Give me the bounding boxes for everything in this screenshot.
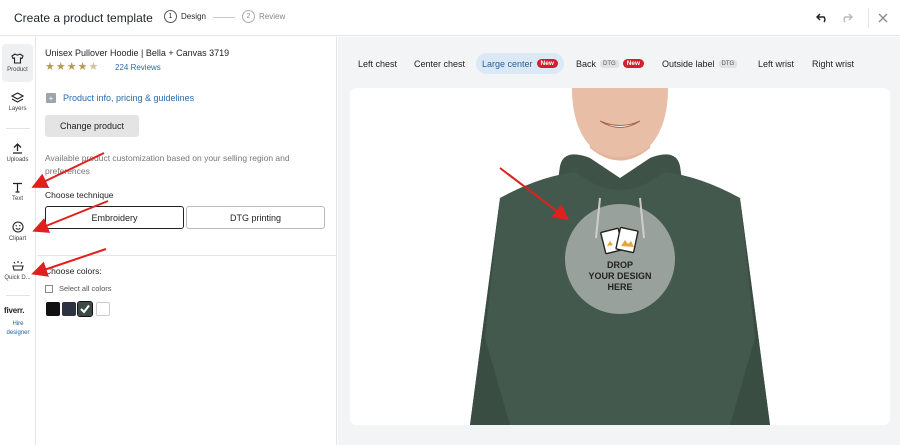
tab-large-center[interactable]: Large center New <box>476 53 564 74</box>
tab-label: Right wrist <box>812 58 855 69</box>
page-title: Create a product template <box>14 11 153 25</box>
design-canvas-area: Left chest Center chest Large center New… <box>338 37 900 445</box>
sidebar-divider <box>6 128 30 129</box>
tab-outside-label[interactable]: Outside label DTG <box>656 53 743 74</box>
dtg-printing-button[interactable]: DTG printing <box>186 206 325 229</box>
sidebar-item-clipart[interactable]: Clipart <box>2 212 33 250</box>
tab-right-wrist[interactable]: Right wrist <box>806 53 860 74</box>
quick-design-icon <box>11 260 24 271</box>
step-review[interactable]: 2 Review <box>242 10 285 23</box>
color-swatch-black[interactable] <box>46 302 60 316</box>
step-label: Review <box>259 12 286 21</box>
tab-label: Back <box>576 58 597 69</box>
step-label: Design <box>181 12 206 21</box>
toolbar-divider <box>868 8 869 28</box>
tab-left-chest[interactable]: Left chest <box>352 53 403 74</box>
step-design[interactable]: 1 Design <box>164 10 206 23</box>
smiley-icon <box>11 220 24 233</box>
undo-icon[interactable] <box>814 10 830 26</box>
hire-designer-link[interactable]: Hire designer <box>3 320 33 338</box>
tab-label: Left wrist <box>758 58 795 69</box>
tab-label: Large center <box>482 58 533 69</box>
sidebar-item-label: Text <box>11 196 23 202</box>
sidebar-item-label: Clipart <box>8 235 27 242</box>
panel-divider <box>37 255 336 256</box>
color-swatch-heather-forest[interactable] <box>77 301 93 317</box>
technique-heading: Choose technique <box>45 190 114 200</box>
drop-line: HERE <box>607 281 633 292</box>
tab-center-chest[interactable]: Center chest <box>408 53 471 74</box>
sidebar-item-label: Product <box>7 67 28 73</box>
star-icon: ★ <box>77 61 88 73</box>
drop-zone-text: DROP YOUR DESIGN HERE <box>588 260 651 293</box>
drop-line: YOUR DESIGN <box>588 270 652 281</box>
change-product-button[interactable]: Change product <box>45 115 139 137</box>
info-icon: + <box>46 93 56 103</box>
product-info-label: Product info, pricing & guidelines <box>63 93 195 103</box>
new-badge: New <box>622 59 645 68</box>
drop-design-zone[interactable]: DROP YOUR DESIGN HERE <box>565 204 675 314</box>
sidebar-divider <box>6 295 30 296</box>
sidebar-item-label: Layers <box>8 106 27 112</box>
upload-icon <box>13 143 22 154</box>
sidebar-item-label: Uploads <box>6 157 29 163</box>
top-bar: Create a product template 1 Design 2 Rev… <box>0 0 900 36</box>
embroidery-button[interactable]: Embroidery <box>45 206 184 229</box>
rating-stars: ★ ★ ★ ★ ★ <box>45 62 99 73</box>
shirt-icon <box>11 53 24 64</box>
product-title: Unisex Pullover Hoodie | Bella + Canvas … <box>45 48 230 58</box>
tab-back[interactable]: Back DTG New <box>570 53 650 74</box>
reviews-link[interactable]: 224 Reviews <box>115 63 161 72</box>
step-connector <box>213 17 235 18</box>
tab-left-wrist[interactable]: Left wrist <box>752 53 800 74</box>
fiverr-logo: fiverr. <box>4 306 25 315</box>
sidebar-item-label: Quick D... <box>4 274 31 281</box>
dtg-tag: DTG <box>718 59 738 68</box>
step-number: 1 <box>164 10 177 23</box>
select-all-checkbox[interactable] <box>45 284 53 293</box>
product-preview: DROP YOUR DESIGN HERE <box>350 88 890 425</box>
dtg-tag: DTG <box>600 59 619 68</box>
sidebar-item-text[interactable]: Text <box>2 173 33 211</box>
layers-icon <box>11 92 24 103</box>
color-swatch-white[interactable] <box>96 302 110 316</box>
sidebar-item-product[interactable]: Product <box>2 44 33 82</box>
tab-label: Outside label <box>662 58 715 69</box>
availability-note: Available product customization based on… <box>45 153 290 176</box>
colors-heading: Choose colors: <box>45 266 102 276</box>
sidebar-item-uploads[interactable]: Uploads <box>2 134 33 172</box>
select-all-label: Select all colors <box>59 284 112 293</box>
star-icon: ★ <box>45 61 55 73</box>
tool-sidebar: Product Layers Uploads Text Clipart Quic… <box>0 37 36 445</box>
tab-label: Center chest <box>414 58 466 69</box>
placement-tabs: Left chest Center chest Large center New… <box>338 53 900 75</box>
drop-line: DROP <box>606 259 633 270</box>
redo-icon[interactable] <box>838 10 854 26</box>
step-number: 2 <box>242 10 255 23</box>
image-upload-icon <box>600 226 639 254</box>
color-swatch-navy[interactable] <box>62 302 76 316</box>
text-icon <box>13 182 22 193</box>
check-icon <box>80 304 90 314</box>
sidebar-item-layers[interactable]: Layers <box>2 83 33 121</box>
product-info-link[interactable]: + Product info, pricing & guidelines <box>46 93 194 103</box>
star-icon: ★ <box>66 61 77 73</box>
product-panel: Unisex Pullover Hoodie | Bella + Canvas … <box>37 37 337 445</box>
half-star-icon: ★ <box>88 61 99 73</box>
select-all-colors[interactable]: Select all colors <box>45 284 112 293</box>
close-icon[interactable] <box>875 10 891 26</box>
new-badge: New <box>536 59 558 68</box>
tab-label: Left chest <box>358 58 398 69</box>
star-icon: ★ <box>55 61 66 73</box>
sidebar-item-quick-design[interactable]: Quick D... <box>2 251 33 289</box>
